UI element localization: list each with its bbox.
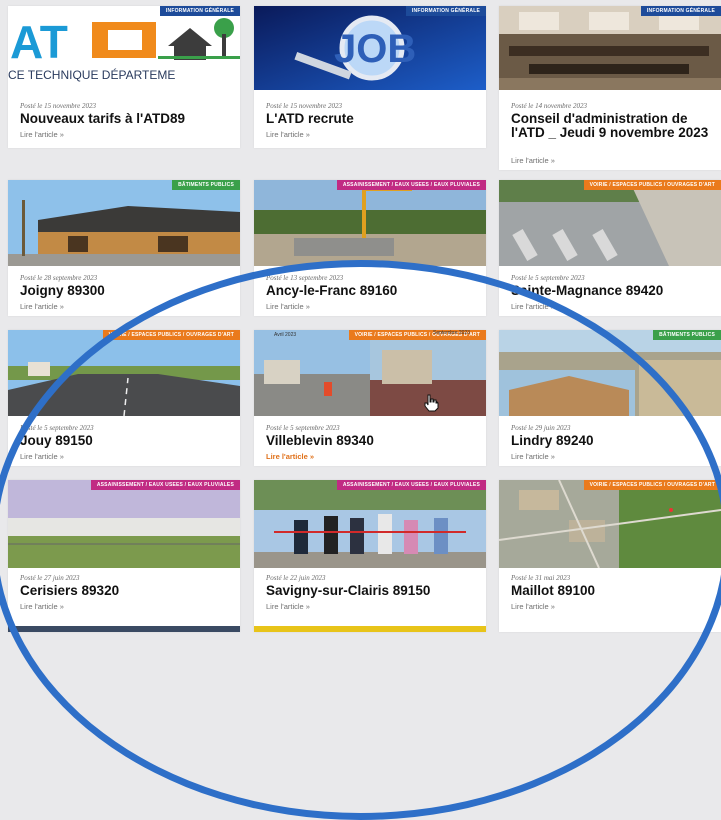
article-title[interactable]: Maillot 89100 (511, 584, 719, 598)
wooden-building-photo (499, 330, 721, 416)
post-date: Posté le 5 septembre 2023 (266, 424, 340, 432)
construction-site-photo (254, 180, 486, 266)
article-thumbnail[interactable]: JOB INFORMATION GÉNÉRALE (254, 6, 486, 90)
article-thumbnail[interactable]: VOIRIE / ESPACES PUBLICS / OUVRAGES D'AR… (499, 480, 721, 568)
article-card[interactable]: ASSAINISSEMENT / EAUX USEES / EAUX PLUVI… (254, 180, 486, 316)
article-title[interactable]: L'ATD recrute (266, 112, 481, 126)
article-title[interactable]: Conseil d'administration de l'ATD _ Jeud… (511, 112, 719, 140)
aerial-map-photo (499, 480, 721, 568)
read-more-link[interactable]: Lire l'article » (20, 130, 64, 139)
road-works-photo (499, 180, 721, 266)
article-title[interactable]: Villeblevin 89340 (266, 434, 481, 448)
category-tag[interactable]: VOIRIE / ESPACES PUBLICS / OUVRAGES D'AR… (583, 180, 721, 190)
article-title[interactable]: Lindry 89240 (511, 434, 719, 448)
post-date: Posté le 22 juin 2023 (266, 574, 326, 582)
post-date: Posté le 28 septembre 2023 (20, 274, 98, 282)
after-label: Septembre 2023 (433, 330, 470, 336)
category-tag[interactable]: ASSAINISSEMENT / EAUX USEES / EAUX PLUVI… (336, 480, 486, 490)
job-word: JOB (334, 27, 416, 71)
post-date: Posté le 5 septembre 2023 (20, 424, 94, 432)
article-thumbnail[interactable]: BÂTIMENTS PUBLICS (8, 180, 240, 266)
article-card[interactable]: ASSAINISSEMENT / EAUX USEES / EAUX PLUVI… (254, 480, 486, 632)
logo-letters-at: AT (10, 16, 68, 68)
article-thumbnail[interactable]: ASSAINISSEMENT / EAUX USEES / EAUX PLUVI… (254, 480, 486, 568)
article-card[interactable]: VOIRIE / ESPACES PUBLICS / OUVRAGES D'AR… (499, 180, 721, 316)
read-more-link[interactable]: Lire l'article » (266, 452, 314, 461)
category-tag[interactable]: BÂTIMENTS PUBLICS (172, 180, 240, 190)
next-row-thumbnail-strip (8, 626, 240, 632)
article-title[interactable]: Sainte-Magnance 89420 (511, 284, 719, 298)
read-more-link[interactable]: Lire l'article » (20, 302, 64, 311)
read-more-link[interactable]: Lire l'article » (511, 452, 555, 461)
before-label: Avril 2023 (274, 332, 297, 338)
article-title[interactable]: Cerisiers 89320 (20, 584, 235, 598)
articles-grid: AT CE TECHNIQUE DÉPARTEME INFORMATION GÉ… (0, 0, 721, 632)
article-thumbnail[interactable]: AT CE TECHNIQUE DÉPARTEME INFORMATION GÉ… (8, 6, 240, 90)
category-tag[interactable]: INFORMATION GÉNÉRALE (159, 6, 240, 16)
article-card[interactable]: AT CE TECHNIQUE DÉPARTEME INFORMATION GÉ… (8, 6, 240, 148)
article-card[interactable]: BÂTIMENTS PUBLICS Posté le 28 septembre … (8, 180, 240, 316)
category-tag[interactable]: ASSAINISSEMENT / EAUX USEES / EAUX PLUVI… (90, 480, 240, 490)
post-date: Posté le 27 juin 2023 (20, 574, 80, 582)
next-row-thumbnail-strip (254, 626, 486, 632)
before-after-photo (254, 330, 486, 416)
building-photo (8, 180, 240, 266)
category-tag[interactable]: VOIRIE / ESPACES PUBLICS / OUVRAGES D'AR… (583, 480, 721, 490)
article-title[interactable]: Ancy-le-Franc 89160 (266, 284, 481, 298)
ribbon-cutting-photo (254, 480, 486, 568)
atd-logo-image: AT CE TECHNIQUE DÉPARTEME (8, 6, 240, 90)
article-card[interactable]: JOB INFORMATION GÉNÉRALE Posté le 15 nov… (254, 6, 486, 148)
read-more-link[interactable]: Lire l'article » (511, 302, 555, 311)
article-card[interactable]: VOIRIE / ESPACES PUBLICS / OUVRAGES D'AR… (8, 330, 240, 466)
post-date: Posté le 31 mai 2023 (511, 574, 571, 582)
post-date: Posté le 5 septembre 2023 (511, 274, 585, 282)
read-more-link[interactable]: Lire l'article » (20, 602, 64, 611)
article-title[interactable]: Joigny 89300 (20, 284, 235, 298)
article-card[interactable]: BÂTIMENTS PUBLICS Posté le 29 juin 2023 … (499, 330, 721, 466)
read-more-link[interactable]: Lire l'article » (511, 156, 555, 165)
article-thumbnail[interactable]: VOIRIE / ESPACES PUBLICS / OUVRAGES D'AR… (254, 330, 486, 416)
category-tag[interactable]: ASSAINISSEMENT / EAUX USEES / EAUX PLUVI… (336, 180, 486, 190)
category-tag[interactable]: INFORMATION GÉNÉRALE (640, 6, 721, 16)
post-date: Posté le 13 septembre 2023 (266, 274, 344, 282)
water-station-photo (8, 480, 240, 568)
article-title[interactable]: Savigny-sur-Clairis 89150 (266, 584, 481, 598)
article-thumbnail[interactable]: ASSAINISSEMENT / EAUX USEES / EAUX PLUVI… (8, 480, 240, 568)
new-road-photo (8, 330, 240, 416)
article-card[interactable]: VOIRIE / ESPACES PUBLICS / OUVRAGES D'AR… (499, 480, 721, 632)
read-more-link[interactable]: Lire l'article » (511, 602, 555, 611)
post-date: Posté le 15 novembre 2023 (266, 102, 342, 110)
hand-cursor-icon (423, 394, 439, 417)
article-thumbnail[interactable]: ASSAINISSEMENT / EAUX USEES / EAUX PLUVI… (254, 180, 486, 266)
article-card[interactable]: VOIRIE / ESPACES PUBLICS / OUVRAGES D'AR… (254, 330, 486, 466)
post-date: Posté le 29 juin 2023 (511, 424, 571, 432)
article-thumbnail[interactable]: BÂTIMENTS PUBLICS (499, 330, 721, 416)
article-thumbnail[interactable]: VOIRIE / ESPACES PUBLICS / OUVRAGES D'AR… (8, 330, 240, 416)
post-date: Posté le 14 novembre 2023 (511, 102, 587, 110)
job-image: JOB (254, 6, 486, 90)
category-tag[interactable]: BÂTIMENTS PUBLICS (653, 330, 721, 340)
read-more-link[interactable]: Lire l'article » (266, 602, 310, 611)
read-more-link[interactable]: Lire l'article » (266, 130, 310, 139)
article-title[interactable]: Nouveaux tarifs à l'ATD89 (20, 112, 235, 126)
read-more-link[interactable]: Lire l'article » (20, 452, 64, 461)
category-tag[interactable]: INFORMATION GÉNÉRALE (405, 6, 486, 16)
article-thumbnail[interactable]: VOIRIE / ESPACES PUBLICS / OUVRAGES D'AR… (499, 180, 721, 266)
article-card[interactable]: ASSAINISSEMENT / EAUX USEES / EAUX PLUVI… (8, 480, 240, 632)
article-card[interactable]: INFORMATION GÉNÉRALE Posté le 14 novembr… (499, 6, 721, 170)
logo-subtitle: CE TECHNIQUE DÉPARTEME (8, 67, 175, 82)
post-date: Posté le 15 novembre 2023 (20, 102, 96, 110)
article-thumbnail[interactable]: INFORMATION GÉNÉRALE (499, 6, 721, 90)
category-tag[interactable]: VOIRIE / ESPACES PUBLICS / OUVRAGES D'AR… (102, 330, 240, 340)
meeting-room-image (499, 6, 721, 90)
read-more-link[interactable]: Lire l'article » (266, 302, 310, 311)
article-title[interactable]: Jouy 89150 (20, 434, 235, 448)
